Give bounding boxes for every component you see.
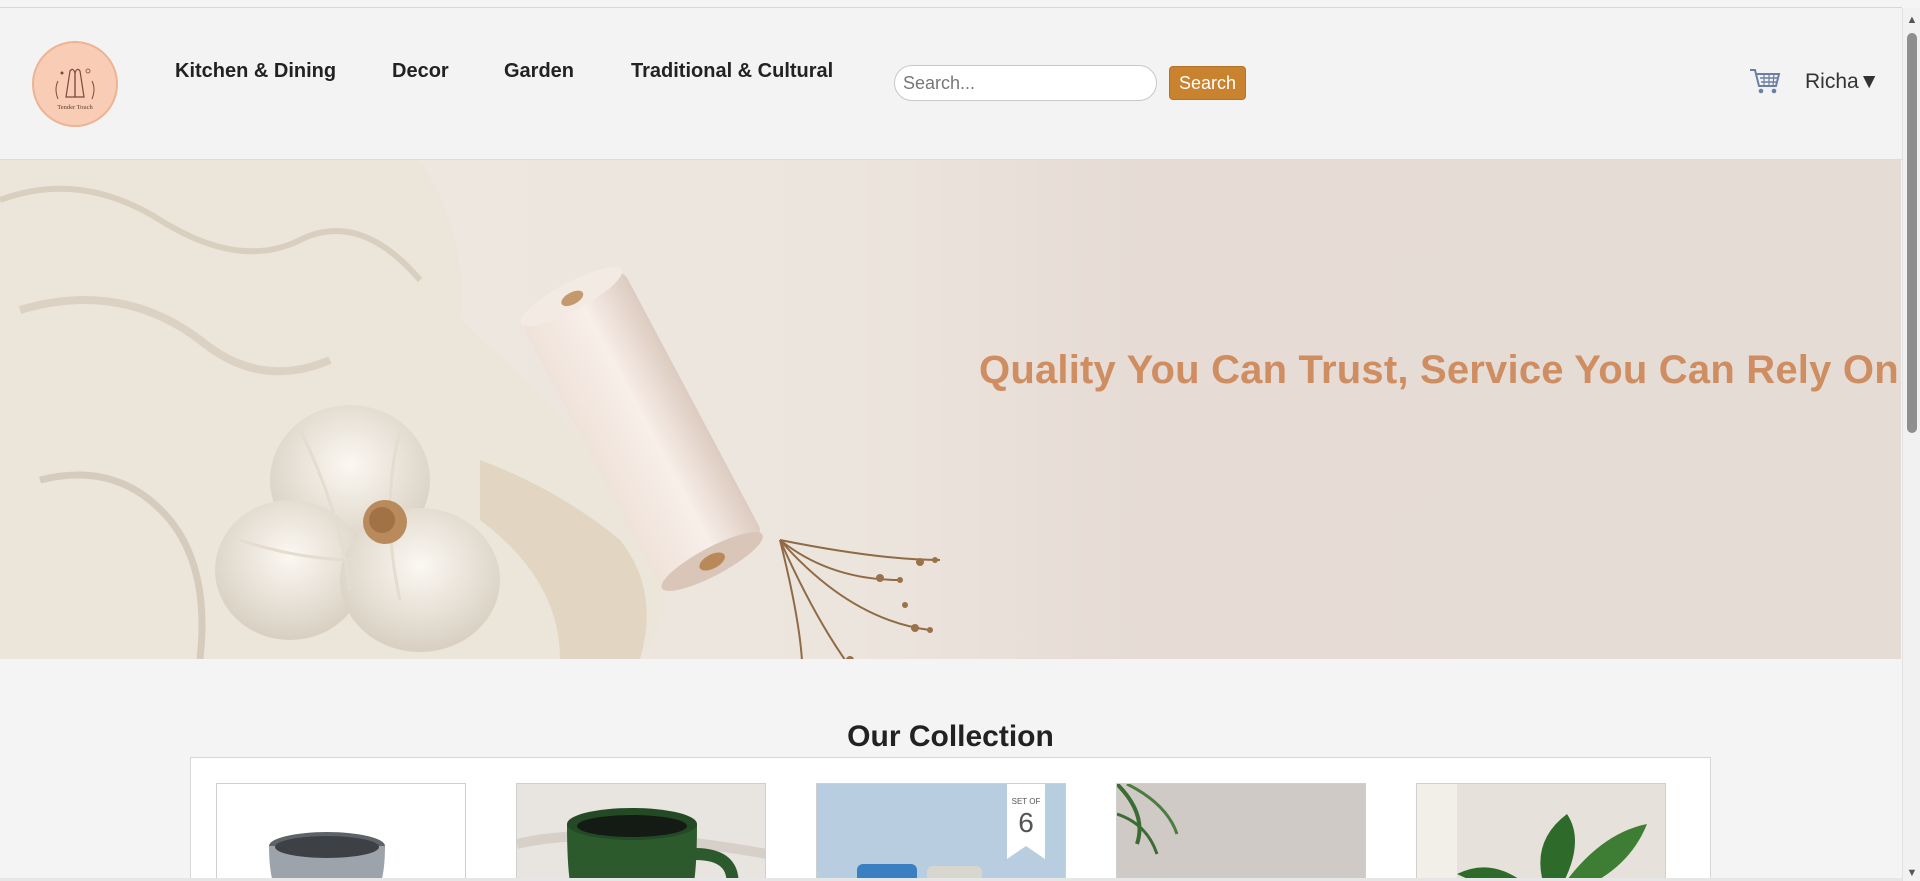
logo-hands-icon: Tender Touch <box>42 51 108 117</box>
product-card-plant-pots[interactable] <box>1116 783 1366 881</box>
user-menu[interactable]: Richa▼ <box>1805 70 1879 94</box>
product-card-plant-planter[interactable] <box>1416 783 1666 881</box>
nav-decor[interactable]: Decor <box>392 60 449 83</box>
site-header: Tender Touch Kitchen & Dining Decor Gard… <box>0 8 1902 160</box>
product-card-green-mug[interactable] <box>516 783 766 881</box>
nav-kitchen-dining[interactable]: Kitchen & Dining <box>175 60 336 83</box>
cart-icon[interactable] <box>1748 64 1782 98</box>
svg-text:Tender Touch: Tender Touch <box>57 104 93 111</box>
product-card-blue-mug-set[interactable]: SET OF 6 <box>816 783 1066 881</box>
product-image: SET OF 6 <box>817 784 1065 881</box>
svg-text:SET OF: SET OF <box>1012 797 1041 806</box>
collection-grid: SET OF 6 <box>190 757 1711 881</box>
search-input[interactable] <box>894 65 1157 101</box>
section-title: Our Collection <box>847 720 1054 753</box>
nav-traditional-cultural[interactable]: Traditional & Cultural <box>631 60 833 83</box>
page-scrollbar[interactable]: ▲ ▼ <box>1902 8 1920 881</box>
hero-image <box>0 160 941 659</box>
nav-garden[interactable]: Garden <box>504 60 574 83</box>
product-image <box>217 784 465 881</box>
search-button[interactable]: Search <box>1169 66 1246 100</box>
product-image <box>517 784 765 881</box>
brand-logo[interactable]: Tender Touch <box>32 41 118 127</box>
product-image <box>1417 784 1665 881</box>
product-card-grey-mug[interactable] <box>216 783 466 881</box>
product-image <box>1117 784 1365 881</box>
scroll-down-arrow-icon[interactable]: ▼ <box>1906 867 1918 879</box>
scroll-up-arrow-icon[interactable]: ▲ <box>1906 14 1918 26</box>
svg-text:6: 6 <box>1018 807 1034 838</box>
hero-banner: Quality You Can Trust, Service You Can R… <box>0 160 1901 659</box>
scroll-thumb[interactable] <box>1907 33 1917 433</box>
hero-tagline: Quality You Can Trust, Service You Can R… <box>979 348 1901 392</box>
